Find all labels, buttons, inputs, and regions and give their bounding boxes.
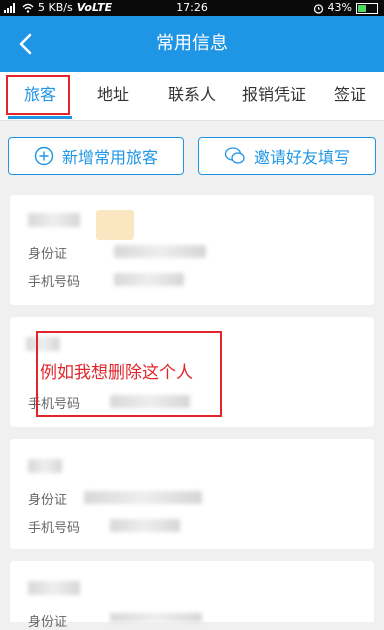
id-label: 身份证 <box>28 247 68 262</box>
annotation-text: 例如我想删除这个人 <box>40 363 193 383</box>
phone-number-redacted <box>110 519 180 532</box>
traveler-name-redacted <box>28 213 80 227</box>
traveler-card[interactable]: 身份证 <box>10 561 374 630</box>
phone-label: 手机号码 <box>28 275 81 290</box>
traveler-name-redacted <box>28 581 80 595</box>
id-number-redacted <box>114 245 206 258</box>
status-right: 43% <box>313 0 378 16</box>
action-bar: 新增常用旅客 邀请好友填写 <box>0 121 384 187</box>
traveler-name-redacted <box>28 459 62 473</box>
invite-friend-label: 邀请好友填写 <box>253 148 350 167</box>
tab-receipts[interactable]: 报销凭证 <box>234 72 314 120</box>
tab-highlight-box <box>6 75 70 115</box>
phone-label: 手机号码 <box>28 521 81 536</box>
tab-visa[interactable]: 签证 <box>326 72 374 120</box>
tab-address[interactable]: 地址 <box>86 72 140 120</box>
status-bar: 5 KB/s VoLTE 17:26 43% <box>0 0 384 16</box>
alarm-icon <box>313 3 323 14</box>
add-traveler-button[interactable]: 新增常用旅客 <box>8 137 184 175</box>
tab-contacts[interactable]: 联系人 <box>160 72 224 120</box>
page-title: 常用信息 <box>156 33 228 54</box>
id-label: 身份证 <box>28 493 68 508</box>
traveler-badge <box>96 210 134 240</box>
id-label: 身份证 <box>28 615 68 630</box>
invite-friend-button[interactable]: 邀请好友填写 <box>198 137 376 175</box>
phone-number-redacted <box>114 273 184 286</box>
battery-percent: 43% <box>327 1 352 14</box>
add-traveler-label: 新增常用旅客 <box>61 148 158 167</box>
navbar: 常用信息 <box>0 16 384 72</box>
battery-icon <box>356 2 378 14</box>
id-number-redacted <box>84 491 202 504</box>
id-number-redacted <box>110 613 202 622</box>
traveler-card[interactable]: 身份证 手机号码 <box>10 195 374 305</box>
chat-bubble-icon <box>224 147 245 164</box>
active-tab-underline <box>8 116 72 119</box>
traveler-card[interactable]: 身份证 手机号码 <box>10 439 374 549</box>
plus-circle-icon <box>34 146 54 166</box>
